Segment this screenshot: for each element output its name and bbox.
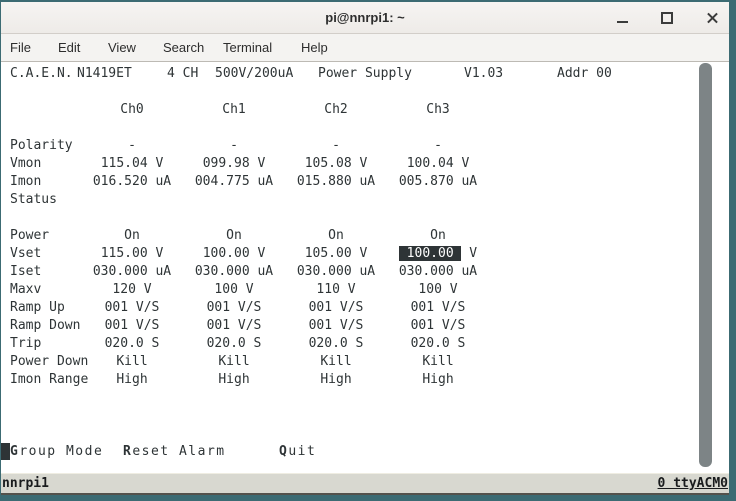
row-label: Status [10, 192, 57, 208]
menu-view[interactable]: View [108, 34, 136, 62]
tui-item-group-mode[interactable]: Group Mode [10, 444, 103, 460]
row-label: Maxv [10, 282, 41, 298]
vset-ch3-edit-field[interactable]: 100.00 V [373, 246, 503, 262]
hotkey: R [123, 444, 132, 459]
row-label: Vmon [10, 156, 41, 172]
tui-item-reset-alarm[interactable]: Reset Alarm [123, 444, 226, 460]
column-header-ch3: Ch3 [398, 102, 478, 117]
maximize-button[interactable] [657, 2, 677, 34]
value-cell-ch3: Kill [373, 354, 503, 370]
row-label: Imon [10, 174, 41, 190]
terminal-window: pi@nnrpi1: ~ File Edit View Search Termi… [1, 2, 729, 495]
value-cell-ch3: 100.04 V [373, 156, 503, 172]
scrollbar-thumb[interactable] [699, 63, 712, 467]
value-cell-ch3: 020.0 S [373, 336, 503, 352]
row-label: Ramp Up [10, 300, 65, 316]
value-cell-ch3: On [373, 228, 503, 244]
close-button[interactable] [703, 2, 723, 34]
hotkey: Q [279, 444, 288, 459]
terminal-viewport[interactable]: C.A.E.N. N1419ET 4 CH 500V/200uA Power S… [1, 62, 729, 473]
column-header-ch2: Ch2 [296, 102, 376, 117]
device-rating: 500V/200uA [215, 66, 293, 82]
tui-item-quit[interactable]: Quit [279, 444, 316, 460]
device-channels: 4 CH [167, 66, 198, 82]
menu-terminal[interactable]: Terminal [223, 34, 272, 62]
value-cell-ch3: High [373, 372, 503, 388]
titlebar[interactable]: pi@nnrpi1: ~ [1, 2, 729, 34]
menu-file[interactable]: File [10, 34, 31, 62]
statusbar: nnrpi1 0 ttyACM0 [1, 473, 729, 493]
row-label: Iset [10, 264, 41, 280]
menu-edit[interactable]: Edit [58, 34, 80, 62]
value-cell-ch3: 001 V/S [373, 300, 503, 316]
value-cell-ch3: - [373, 138, 503, 154]
device-product: Power Supply [318, 66, 412, 82]
terminal-cursor [1, 443, 10, 460]
value-cell-ch3: 030.000 uA [373, 264, 503, 280]
device-address: Addr 00 [557, 66, 612, 82]
menu-search[interactable]: Search [163, 34, 204, 62]
statusbar-active-window: 0 ttyACM0 [658, 475, 728, 493]
column-header-ch1: Ch1 [194, 102, 274, 117]
menu-help[interactable]: Help [301, 34, 328, 62]
device-version: V1.03 [464, 66, 503, 82]
row-label: Power [10, 228, 49, 244]
device-brand: C.A.E.N. [10, 66, 73, 82]
column-header-ch0: Ch0 [92, 102, 172, 117]
desktop: pi@nnrpi1: ~ File Edit View Search Termi… [0, 0, 736, 501]
value-cell-ch3: 001 V/S [373, 318, 503, 334]
highlighted-value[interactable]: 100.00 [399, 246, 462, 261]
statusbar-hostname: nnrpi1 [2, 475, 49, 493]
row-label: Vset [10, 246, 41, 262]
row-label: Polarity [10, 138, 73, 154]
minimize-icon [617, 21, 628, 23]
value-cell-ch3: 100 V [373, 282, 503, 298]
minimize-button[interactable] [613, 2, 633, 34]
device-model: N1419ET [77, 66, 132, 82]
value-cell-ch3: 005.870 uA [373, 174, 503, 190]
maximize-icon [661, 12, 673, 24]
menubar: File Edit View Search Terminal Help [1, 34, 729, 62]
hotkey: G [10, 444, 19, 459]
row-label: Trip [10, 336, 41, 352]
